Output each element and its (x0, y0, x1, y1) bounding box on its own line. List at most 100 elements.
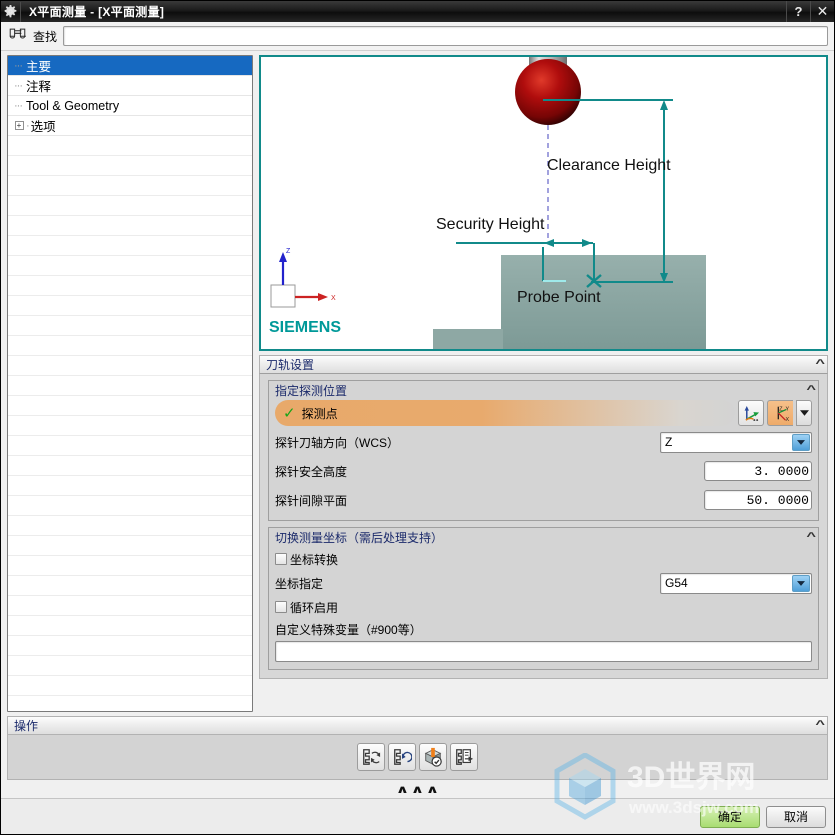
probe-axis-direction-combo[interactable]: Z (660, 431, 812, 453)
tree-empty-row (8, 436, 252, 456)
coordinate-transform-checkbox[interactable] (275, 553, 287, 565)
replay-icon (394, 749, 412, 765)
close-button[interactable]: ✕ (810, 1, 834, 22)
tree-empty-row (8, 416, 252, 436)
verify-toolpath-button[interactable] (419, 743, 447, 771)
tree-empty-row (8, 656, 252, 676)
tree-empty-row (8, 176, 252, 196)
dialog-window: X平面测量 - [X平面测量] ? ✕ 查找 ··· 主要 ··· 注释 ···… (0, 0, 835, 835)
coordinate-transform-row[interactable]: 坐标转换 (275, 547, 812, 571)
find-input[interactable] (63, 26, 828, 46)
chevron-up-icon[interactable]: ^ (815, 720, 825, 731)
probe-position-header[interactable]: 指定探测位置 ^ (269, 381, 818, 400)
chevron-down-icon[interactable] (792, 433, 810, 451)
probe-clearance-plane-value: 50. 0000 (746, 492, 809, 508)
chevron-down-icon[interactable] (796, 400, 812, 426)
chevron-down-icon[interactable] (792, 574, 810, 592)
collapse-all-arrows[interactable]: ∧ ∧ ∧ (7, 780, 828, 798)
list-toolpath-button[interactable] (450, 743, 478, 771)
probe-stylus (515, 57, 581, 125)
operations-body (7, 735, 828, 780)
find-bar: 查找 (1, 22, 834, 51)
window-title: X平面测量 - [X平面测量] (29, 5, 165, 19)
tree-empty-row (8, 456, 252, 476)
probe-point-selection[interactable]: ✓ 探测点 (275, 400, 735, 426)
tree-item-label: 主要 (26, 60, 52, 74)
tree-connector-icon: · (26, 119, 30, 132)
specify-point-icon[interactable] (738, 400, 764, 426)
probe-position-title: 指定探测位置 (275, 384, 348, 398)
generate-toolpath-button[interactable] (357, 743, 385, 771)
tree-empty-row (8, 156, 252, 176)
probe-axis-direction-label: 探针刀轴方向（WCS） (275, 435, 399, 450)
tree-item-label: 选项 (30, 120, 56, 134)
tree-empty-row (8, 516, 252, 536)
probe-safe-height-input[interactable]: 3. 0000 (704, 461, 812, 481)
tree-empty-row (8, 296, 252, 316)
tree-empty-row (8, 376, 252, 396)
coordinate-specify-combo[interactable]: G54 (660, 572, 812, 594)
csys-icon[interactable]: Z Y X (767, 400, 793, 426)
chevron-up-icon[interactable]: ^ (815, 359, 825, 370)
cycle-enable-row[interactable]: 循环启用 (275, 595, 812, 619)
probe-axis-direction-value: Z (665, 435, 673, 449)
settings-column: Clearance Height Security Height Probe P… (259, 55, 828, 712)
find-label: 查找 (33, 29, 58, 44)
operations-title: 操作 (14, 719, 39, 733)
chevron-up-icon[interactable]: ^ (806, 385, 816, 396)
probe-diagram-svg: Clearance Height Security Height Probe P… (269, 57, 706, 349)
cancel-button[interactable]: 取消 (766, 805, 826, 828)
tree-item-label: Tool & Geometry (26, 98, 120, 113)
tree-empty-row (8, 616, 252, 636)
tree-empty-row (8, 256, 252, 276)
tree-empty-row (8, 276, 252, 296)
toolpath-settings-group: 刀轨设置 ^ 指定探测位置 ^ ✓ 探测点 Z Y X 探针刀轴方向（WCS） … (259, 355, 828, 679)
custom-variable-input[interactable] (275, 641, 812, 662)
chevron-up-icon[interactable]: ^ (806, 532, 816, 543)
svg-text:X: X (331, 295, 336, 302)
generate-icon (363, 749, 381, 765)
tree-item-options[interactable]: + · 选项 (8, 116, 252, 136)
chevron-up-icon[interactable]: ∧ (396, 783, 409, 796)
tree-empty-row (8, 536, 252, 556)
siemens-logo: SIEMENS (269, 319, 341, 336)
tree-item-tool-geometry[interactable]: ··· Tool & Geometry (8, 96, 252, 116)
tree-empty-row (8, 336, 252, 356)
operations-header[interactable]: 操作 ^ (7, 716, 828, 735)
verify-icon (424, 747, 442, 767)
tree-empty-row (8, 636, 252, 656)
tree-item-main[interactable]: ··· 主要 (8, 56, 252, 76)
probe-safe-height-label: 探针安全高度 (275, 464, 348, 479)
replay-toolpath-button[interactable] (388, 743, 416, 771)
tree-empty-row (8, 356, 252, 376)
svg-text:X: X (785, 417, 789, 422)
probe-safe-height-row: 探针安全高度 3. 0000 (275, 458, 812, 484)
dialog-footer: 确定 取消 (1, 798, 834, 834)
tree-connector-icon: ··· (14, 79, 23, 92)
measure-coordinate-header[interactable]: 切换测量坐标（需后处理支持） ^ (269, 528, 818, 547)
dialog-body: ··· 主要 ··· 注释 ··· Tool & Geometry + · 选项… (1, 51, 834, 716)
tree-empty-row (8, 136, 252, 156)
toolpath-settings-title: 刀轨设置 (266, 358, 315, 372)
title-bar: X平面测量 - [X平面测量] ? ✕ (1, 1, 834, 22)
chevron-up-icon[interactable]: ∧ (411, 783, 424, 796)
tree-item-annotation[interactable]: ··· 注释 (8, 76, 252, 96)
cycle-enable-label: 循环启用 (290, 600, 339, 615)
clearance-height-label: Clearance Height (547, 157, 671, 174)
measure-coordinate-title: 切换测量坐标（需后处理支持） (275, 531, 444, 545)
help-button[interactable]: ? (786, 1, 810, 22)
cycle-enable-checkbox[interactable] (275, 601, 287, 613)
probe-axis-direction-row: 探针刀轴方向（WCS） Z (275, 429, 812, 455)
chevron-up-icon[interactable]: ∧ (426, 783, 439, 796)
probe-clearance-plane-input[interactable]: 50. 0000 (704, 490, 812, 510)
operations-group: 操作 ^ ∧ ∧ ∧ (7, 716, 828, 798)
probe-clearance-plane-row: 探针间隙平面 50. 0000 (275, 487, 812, 513)
toolpath-settings-body: 指定探测位置 ^ ✓ 探测点 Z Y X 探针刀轴方向（WCS） Z 探针安全高… (259, 374, 828, 679)
expand-icon[interactable]: + (12, 121, 26, 130)
security-height-label: Security Height (436, 216, 545, 233)
tree-empty-row (8, 216, 252, 236)
toolpath-settings-header[interactable]: 刀轨设置 ^ (259, 355, 828, 374)
ok-button[interactable]: 确定 (700, 805, 760, 828)
tree-item-label: 注释 (26, 80, 52, 94)
tree-empty-row (8, 556, 252, 576)
